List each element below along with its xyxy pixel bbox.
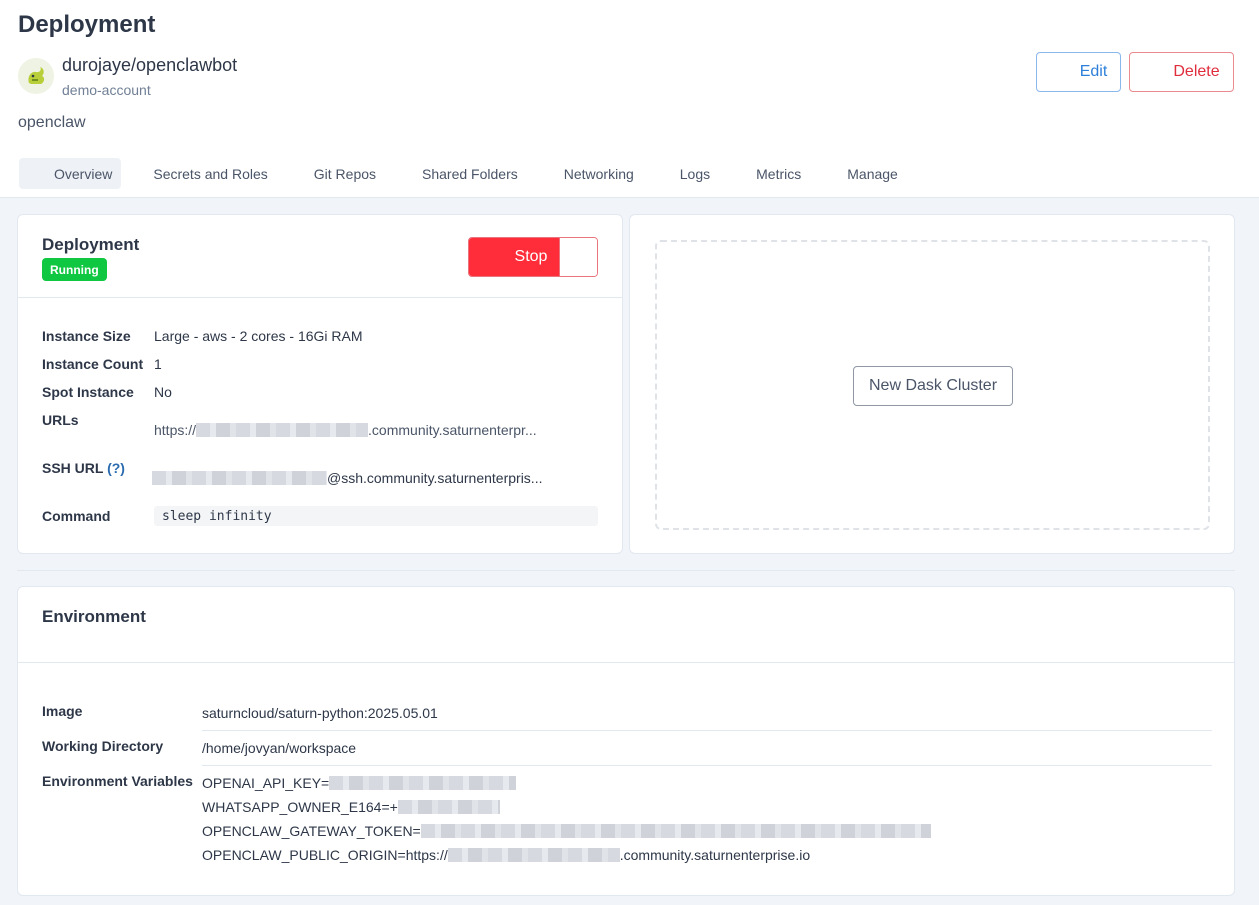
account-name: demo-account [62,82,151,98]
edit-button[interactable]: Edit [1036,52,1121,92]
deployment-url-link[interactable]: https:// .community.saturnenterpr... [154,422,537,438]
instance-count-value: 1 [154,356,162,372]
spot-instance-label: Spot Instance [42,384,134,400]
env-card-divider [18,662,1234,663]
tab-manage[interactable]: Manage [833,158,912,189]
tab-secrets-and-roles[interactable]: Secrets and Roles [139,158,281,189]
instance-count-label: Instance Count [42,356,144,372]
stop-button-label: Stop [514,248,548,265]
card-divider [18,297,622,298]
ssh-url-label-text: SSH URL [42,460,104,476]
section-divider [17,570,1235,571]
env-var-key: OPENAI_API_KEY= [202,775,330,791]
environment-card: Environment Image saturncloud/saturn-pyt… [17,586,1235,896]
tab-shared-folders[interactable]: Shared Folders [408,158,532,189]
dask-card: New Dask Cluster [629,214,1235,554]
tab-bar: Overview Secrets and Roles Git Repos Sha… [19,158,930,189]
command-value: sleep infinity [154,506,598,526]
stop-button-group: Stop [468,237,598,277]
instance-size-label: Instance Size [42,328,131,344]
new-dask-cluster-button[interactable]: New Dask Cluster [853,366,1013,406]
url-prefix: https:// [154,422,197,438]
deployment-card: Deployment Running Stop Instance Size La… [17,214,623,554]
tab-metrics[interactable]: Metrics [742,158,815,189]
squirrel-avatar-icon [28,67,45,84]
ssh-url-label: SSH URL (?) [42,460,125,476]
command-label: Command [42,508,111,524]
env-var-key: WHATSAPP_OWNER_E164=+ [202,799,398,815]
env-var-suffix: .community.saturnenterprise.io [619,847,811,863]
redacted-value [420,824,931,838]
url-suffix: .community.saturnenterpr... [368,422,537,438]
env-var-gateway-token: OPENCLAW_GATEWAY_TOKEN= [202,823,931,839]
stop-button[interactable]: Stop [469,238,559,276]
ssh-help-link[interactable]: (?) [107,460,125,476]
tab-git-repos[interactable]: Git Repos [300,158,390,189]
avatar [18,58,54,94]
working-directory-label: Working Directory [42,738,164,754]
urls-label: URLs [42,412,79,428]
dask-placeholder-area: New Dask Cluster [655,240,1210,530]
row-divider [202,730,1212,731]
env-var-whatsapp-owner: WHATSAPP_OWNER_E164=+ [202,799,500,815]
ssh-suffix: @ssh.community.saturnenterpris... [327,470,543,486]
redacted-value [329,776,517,790]
deployment-card-title: Deployment [42,235,140,254]
tab-overview[interactable]: Overview [19,158,122,189]
image-label: Image [42,703,83,719]
env-var-key: OPENCLAW_GATEWAY_TOKEN= [202,823,421,839]
redacted-value [447,848,620,862]
env-var-public-origin: OPENCLAW_PUBLIC_ORIGIN=https:// .communit… [202,847,810,863]
owner-name[interactable]: durojaye/openclawbot [62,55,237,76]
redacted-value [397,800,500,814]
page-header: Deployment durojaye/openclawbot demo-acc… [0,0,1259,198]
redacted-ssh-user [152,471,327,485]
row-divider [202,765,1212,766]
status-badge: Running [42,258,107,281]
delete-button-label: Delete [1173,63,1220,80]
image-value: saturncloud/saturn-python:2025.05.01 [202,705,438,721]
redacted-host [196,423,369,437]
environment-title: Environment [42,607,146,626]
environment-variables-label: Environment Variables [42,773,193,789]
instance-size-value: Large - aws - 2 cores - 16Gi RAM [154,328,363,344]
spot-instance-value: No [154,384,172,400]
page-title: Deployment [18,11,156,38]
env-var-openai-api-key: OPENAI_API_KEY= [202,775,517,791]
env-var-key: OPENCLAW_PUBLIC_ORIGIN=https:// [202,847,448,863]
working-directory-value: /home/jovyan/workspace [202,740,357,756]
stop-menu-button[interactable] [559,238,597,276]
edit-button-label: Edit [1079,63,1108,80]
delete-button[interactable]: Delete [1129,52,1234,92]
ssh-url-value[interactable]: @ssh.community.saturnenterpris... [152,470,542,486]
tab-logs[interactable]: Logs [666,158,724,189]
tab-networking[interactable]: Networking [550,158,648,189]
resource-name: openclaw [18,114,86,131]
